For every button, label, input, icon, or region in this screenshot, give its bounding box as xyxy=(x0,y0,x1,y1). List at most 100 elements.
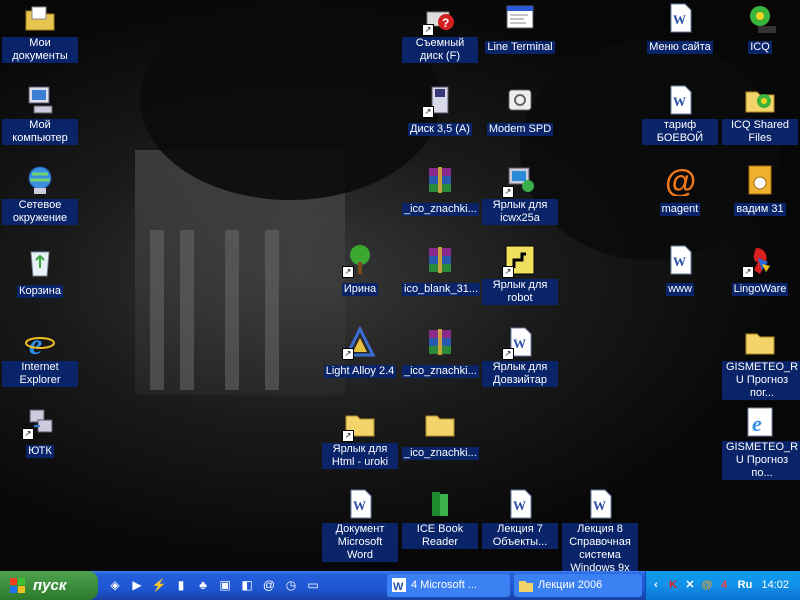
winamp-icon[interactable]: ⚡ xyxy=(150,576,168,594)
icon-label: ICE Book Reader xyxy=(402,523,478,549)
background-tree xyxy=(140,0,440,200)
icon-label: Ирина xyxy=(341,283,379,296)
svg-text:W: W xyxy=(673,94,686,109)
mail-agent-icon[interactable]: @ xyxy=(700,578,714,592)
desktop-icon-light-alloy[interactable]: ↗ Light Alloy 2.4 xyxy=(322,325,398,379)
tree-icon[interactable]: ♣ xyxy=(194,576,212,594)
background-column xyxy=(265,230,279,390)
antivirus-icon[interactable]: K xyxy=(666,578,680,592)
icon-label: ico_blank_31... xyxy=(402,283,480,296)
media-player-icon[interactable]: ▶ xyxy=(128,576,146,594)
icon-label: ЮТК xyxy=(26,445,54,458)
desktop-icon-icwx25a[interactable]: ↗ Ярлык для icwx25a xyxy=(482,164,558,226)
task-button-lectures[interactable]: Лекции 2006 xyxy=(514,574,642,597)
desktop-icon-www[interactable]: W www xyxy=(642,244,718,297)
desktop-icon-internet-explorer[interactable]: e Internet Explorer xyxy=(2,326,78,388)
icon-label: ICQ xyxy=(748,41,772,54)
desktop-icon-ice-book-reader[interactable]: ICE Book Reader xyxy=(402,488,478,550)
desktop-icon-lingoware[interactable]: ↗ LingoWare xyxy=(722,244,798,297)
desktop: Мои документы Мой компьютер Сетевое окру… xyxy=(0,0,800,571)
desktop-icon-removable-disk[interactable]: ? ↗ Съемный диск (F) xyxy=(402,2,478,64)
icon-label: Modem SPD xyxy=(486,123,554,136)
icon-label: _ico_znachki... xyxy=(402,447,479,460)
desktop-icon-gismeteo-1[interactable]: GISMETEO_RU Прогноз пог... xyxy=(722,326,800,401)
desktop-icon-ico-znachki-2[interactable]: _ico_znachki... xyxy=(402,326,479,379)
desktop-icon-irina[interactable]: ↗ Ирина xyxy=(322,244,398,297)
tree-icon: ↗ xyxy=(342,244,376,278)
desktop-icon-network[interactable]: Сетевое окружение xyxy=(2,164,78,226)
internet-explorer-icon: e xyxy=(744,406,776,438)
svg-text:W: W xyxy=(513,498,526,513)
desktop-icon-my-documents[interactable]: Мои документы xyxy=(2,2,78,64)
svg-text:W: W xyxy=(393,581,404,592)
icon-label: тариф БОЕВОЙ xyxy=(642,119,718,145)
agent-icon[interactable]: 4 xyxy=(717,578,731,592)
svg-text:W: W xyxy=(513,336,526,351)
computer-icon xyxy=(24,84,56,116)
word-document-icon: W xyxy=(664,244,696,276)
icq-folder-icon xyxy=(744,84,776,116)
network-icon xyxy=(24,164,56,196)
desktop-icon-ico-blank[interactable]: ico_blank_31... xyxy=(402,244,480,297)
desktop-icon-word-document[interactable]: W Документ Microsoft Word xyxy=(322,488,398,563)
network-icon[interactable]: ✕ xyxy=(683,578,697,592)
task-button-word[interactable]: W 4 Microsoft ... xyxy=(387,574,510,597)
desktop-icon-modem-spd[interactable]: Modem SPD xyxy=(482,84,558,137)
desktop-icon-gismeteo-2[interactable]: e GISMETEO_RU Прогноз по... xyxy=(722,406,800,481)
icon-label: Сетевое окружение xyxy=(2,199,78,225)
desktop-icon-icq-shared[interactable]: ICQ Shared Files xyxy=(722,84,798,146)
desktop-icon-my-computer[interactable]: Мой компьютер xyxy=(2,84,78,146)
recycle-bin-icon xyxy=(24,246,56,278)
folder-icon xyxy=(519,581,533,592)
desktop-icon-vadim-31[interactable]: вадим 31 xyxy=(722,164,798,217)
shortcut-arrow-icon: ↗ xyxy=(502,186,514,198)
desktop-icon-ico-znachki-1[interactable]: _ico_znachki... xyxy=(402,164,479,217)
icon-label: Ярлык для robot xyxy=(482,279,558,305)
desktop-icon-magent[interactable]: @ magent xyxy=(642,163,718,217)
desktop-icon-lecture-7[interactable]: W Лекция 7 Объекты... xyxy=(482,488,558,550)
desktop-icon-html-uroki[interactable]: ↗ Ярлык для Html - uroki xyxy=(322,408,398,470)
desktop-icon-robot[interactable]: ↗ Ярлык для robot xyxy=(482,244,558,306)
desktop-icon-lecture-8[interactable]: W Лекция 8 Справочная система Windows 9x xyxy=(562,488,638,571)
folder-icon[interactable]: ▭ xyxy=(304,576,322,594)
shortcut-arrow-icon: ↗ xyxy=(422,24,434,36)
desktop-icon-icq[interactable]: ICQ xyxy=(722,2,798,55)
desktop-icon-menu-saita[interactable]: W Меню сайта xyxy=(642,2,718,55)
icon-label: Корзина xyxy=(17,285,63,298)
desktop-icon-floppy[interactable]: ↗ Диск 3,5 (A) xyxy=(402,84,478,137)
disk-icon[interactable]: ◧ xyxy=(238,576,256,594)
background-column xyxy=(150,230,164,390)
desktop-icon-recycle-bin[interactable]: Корзина xyxy=(2,246,78,299)
desktop-icon-ico-znachki-3[interactable]: _ico_znachki... xyxy=(402,408,479,461)
chevron-left-icon[interactable]: ‹ xyxy=(649,578,663,592)
usb-icon[interactable]: ▮ xyxy=(172,576,190,594)
light-alloy-icon: ↗ xyxy=(342,325,376,360)
shortcut-arrow-icon: ↗ xyxy=(742,266,754,278)
program-icon: ↗ xyxy=(502,164,536,198)
icon-label: Line Terminal xyxy=(485,41,555,54)
clock[interactable]: 14:02 xyxy=(761,571,789,600)
folder-icon: ↗ xyxy=(342,408,376,442)
icon-label: LingoWare xyxy=(731,283,789,296)
language-indicator[interactable]: Ru xyxy=(736,578,754,592)
desktop-show-icon[interactable]: ◈ xyxy=(106,576,124,594)
start-button[interactable]: пуск xyxy=(0,571,98,600)
background-column xyxy=(180,230,194,390)
shortcut-arrow-icon: ↗ xyxy=(422,106,434,118)
word-document-icon: W xyxy=(344,488,376,520)
desktop-icon-dovzhitar[interactable]: W ↗ Ярлык для Довзийтар xyxy=(482,326,558,388)
svg-text:W: W xyxy=(593,498,606,513)
system-tray: ‹ K ✕ @ 4 Ru 14:02 xyxy=(645,571,800,600)
background-column xyxy=(225,230,239,390)
desktop-icon-tarif-boevoy[interactable]: W тариф БОЕВОЙ xyxy=(642,84,718,146)
icon-label: Internet Explorer xyxy=(2,361,78,387)
mail-agent-icon[interactable]: @ xyxy=(260,576,278,594)
desktop-icon-line-terminal[interactable]: Line Terminal xyxy=(482,2,558,55)
svg-text:W: W xyxy=(353,498,366,513)
clock-icon[interactable]: ◷ xyxy=(282,576,300,594)
floppy-icon[interactable]: ▣ xyxy=(216,576,234,594)
icon-label: Light Alloy 2.4 xyxy=(323,365,397,378)
word-icon: W xyxy=(392,578,406,592)
shortcut-arrow-icon: ↗ xyxy=(342,348,354,360)
desktop-icon-utk[interactable]: ↗ ЮТК xyxy=(2,406,78,459)
